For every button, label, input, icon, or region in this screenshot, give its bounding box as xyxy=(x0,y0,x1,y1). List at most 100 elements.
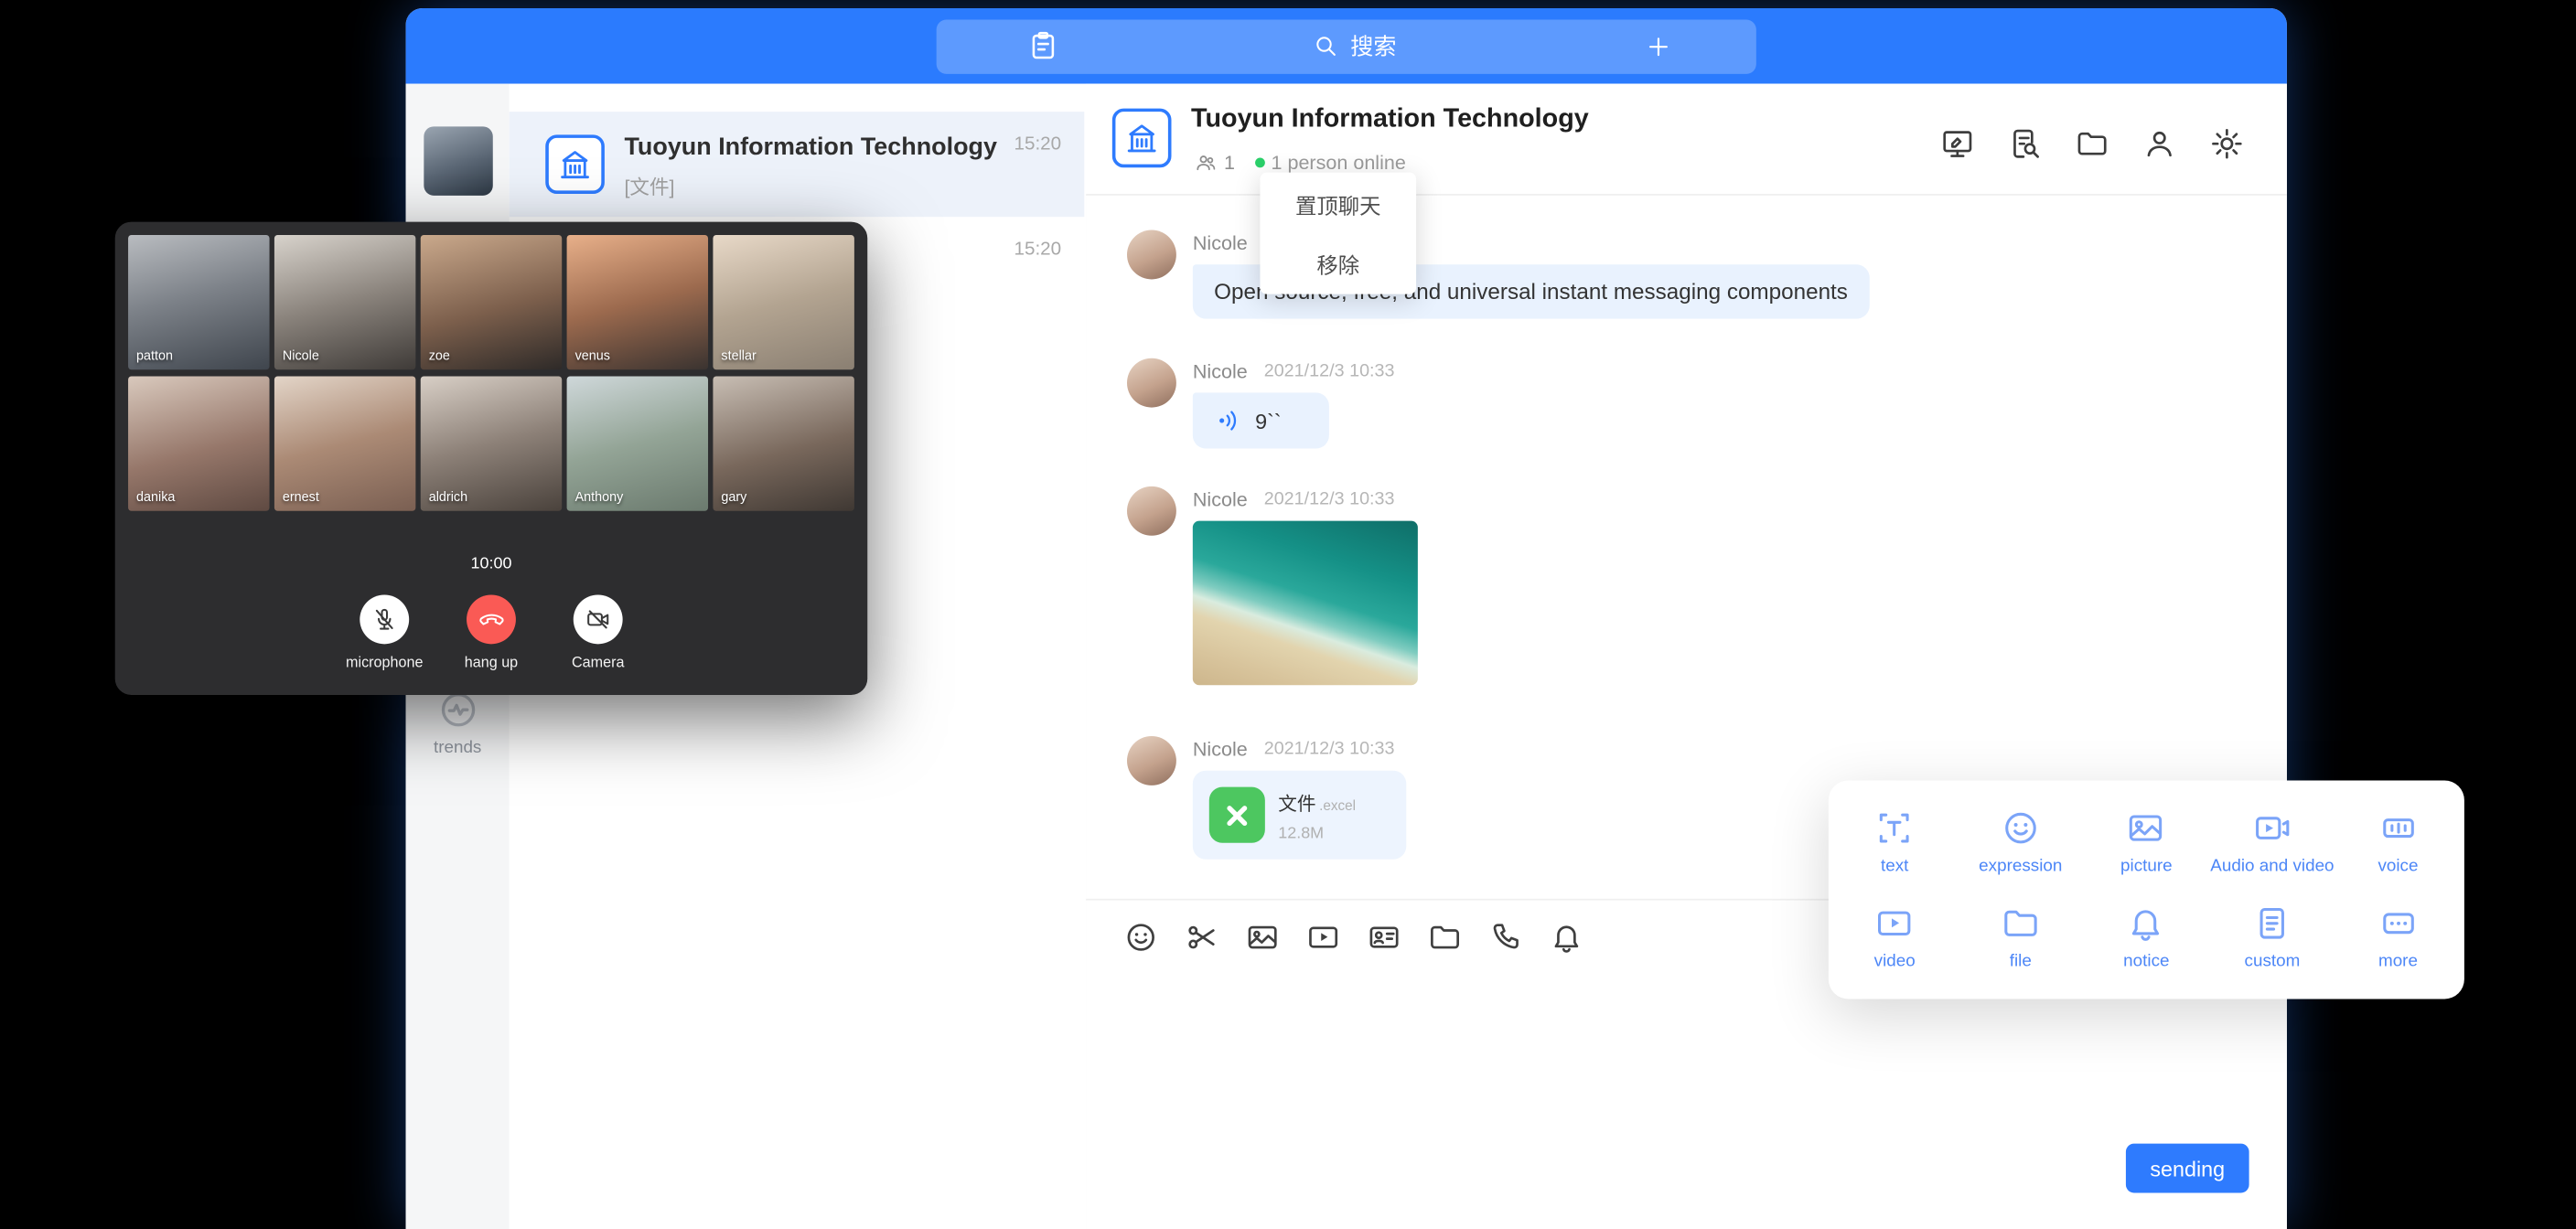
image-button[interactable] xyxy=(1245,920,1280,955)
conversation-item[interactable]: Tuoyun Information Technology [文件] 15:20 xyxy=(510,112,1085,217)
video-tile: ernest xyxy=(274,376,415,510)
emoji-button[interactable] xyxy=(1123,920,1158,955)
chat-subtitle: 1 1 person online xyxy=(1195,151,1406,174)
call-controls: microphone hang up Camera xyxy=(115,594,868,670)
menu-item-remove[interactable]: 移除 xyxy=(1260,233,1416,293)
screenshot-button[interactable] xyxy=(1185,920,1219,955)
folder-icon xyxy=(1428,920,1463,955)
video-button[interactable] xyxy=(1306,920,1341,955)
file-search-icon xyxy=(2008,126,2043,161)
video-tile: aldrich xyxy=(421,376,562,510)
camera-button[interactable] xyxy=(574,594,623,644)
image-icon xyxy=(1245,920,1280,955)
feature-label: picture xyxy=(2120,856,2173,876)
camera-off-icon xyxy=(585,606,611,633)
sender-name: Nicole xyxy=(1193,359,1248,382)
feature-notice[interactable]: notice xyxy=(2084,890,2210,986)
voice-bubble[interactable]: 9`` xyxy=(1193,392,1329,448)
participant-name: aldrich xyxy=(429,489,467,504)
hang-up-button[interactable] xyxy=(467,594,516,644)
avatar[interactable] xyxy=(1127,358,1176,408)
participant-name: gary xyxy=(721,489,746,504)
video-tile: Nicole xyxy=(274,235,415,369)
call-button[interactable] xyxy=(1488,920,1523,955)
bell-icon xyxy=(2127,904,2166,944)
feature-custom[interactable]: custom xyxy=(2209,890,2335,986)
text-icon xyxy=(1875,808,1915,848)
excel-file-icon xyxy=(1209,787,1265,843)
video-tile: Anthony xyxy=(567,376,708,510)
feature-voice[interactable]: voice xyxy=(2335,794,2462,890)
video-tile: danika xyxy=(128,376,269,510)
notice-button[interactable] xyxy=(1550,920,1584,955)
feature-picture[interactable]: picture xyxy=(2084,794,2210,890)
file-ext: .excel xyxy=(1319,796,1356,813)
announcement-icon xyxy=(1940,126,1975,161)
address-book-button[interactable] xyxy=(937,19,1150,73)
members-button[interactable] xyxy=(2142,126,2177,161)
topbar-group: 搜索 xyxy=(937,19,1756,73)
folder-icon xyxy=(2001,904,2040,944)
trends-label: trends xyxy=(434,738,481,758)
feature-label: voice xyxy=(2377,856,2418,876)
video-tile: zoe xyxy=(421,235,562,369)
voice-icon xyxy=(2378,808,2418,848)
call-duration: 10:00 xyxy=(115,555,868,573)
contact-card-icon xyxy=(1367,920,1401,955)
avatar[interactable] xyxy=(1127,736,1176,785)
user-avatar[interactable] xyxy=(424,126,492,195)
conversation-preview: [文件] xyxy=(624,173,674,201)
video-tile: stellar xyxy=(713,235,853,369)
person-icon xyxy=(2142,126,2177,161)
group-avatar xyxy=(545,134,605,194)
file-attachment[interactable]: 文件.excel 12.8M xyxy=(1193,771,1406,860)
files-button[interactable] xyxy=(2075,126,2109,161)
participant-grid: patton Nicole zoe venus stellar danika e… xyxy=(128,235,854,511)
feature-label: video xyxy=(1874,952,1916,972)
audio-video-icon xyxy=(2252,808,2292,848)
feature-label: Audio and video xyxy=(2210,856,2334,876)
participant-name: stellar xyxy=(721,348,756,363)
feature-label: more xyxy=(2378,952,2418,972)
scissors-icon xyxy=(1185,920,1219,955)
feature-video[interactable]: video xyxy=(1831,890,1958,986)
avatar[interactable] xyxy=(1127,486,1176,536)
feature-expression[interactable]: expression xyxy=(1958,794,2084,890)
announcement-button[interactable] xyxy=(1940,126,1975,161)
sender-name: Nicole xyxy=(1193,738,1248,761)
online-dot xyxy=(1255,157,1265,167)
menu-item-pin-chat[interactable]: 置顶聊天 xyxy=(1260,174,1416,233)
building-icon xyxy=(557,146,594,183)
message-image: Nicole 2021/12/3 10:33 xyxy=(1127,486,1418,685)
sender-name: Nicole xyxy=(1193,488,1248,511)
more-icon xyxy=(2378,904,2418,944)
feature-audio-video[interactable]: Audio and video xyxy=(2209,794,2335,890)
add-button[interactable] xyxy=(1559,19,1756,73)
bell-icon xyxy=(1550,920,1584,955)
contact-card-button[interactable] xyxy=(1367,920,1401,955)
feature-text[interactable]: text xyxy=(1831,794,1958,890)
avatar[interactable] xyxy=(1127,230,1176,280)
speaker-icon xyxy=(1214,406,1243,435)
send-button[interactable]: sending xyxy=(2126,1144,2249,1193)
message-time: 2021/12/3 10:33 xyxy=(1264,489,1395,509)
participant-name: danika xyxy=(136,489,175,504)
member-count: 1 xyxy=(1224,151,1235,174)
search-history-button[interactable] xyxy=(2008,126,2043,161)
participant-name: venus xyxy=(575,348,610,363)
feature-file[interactable]: file xyxy=(1958,890,2084,986)
feature-label: notice xyxy=(2123,952,2169,972)
feature-more[interactable]: more xyxy=(2335,890,2462,986)
participant-name: Anthony xyxy=(575,489,624,504)
settings-button[interactable] xyxy=(2210,126,2245,161)
search-icon xyxy=(1313,33,1339,59)
input-toolbar xyxy=(1123,920,1583,955)
video-tile: venus xyxy=(567,235,708,369)
search-input[interactable]: 搜索 xyxy=(1150,19,1559,73)
video-call-window: patton Nicole zoe venus stellar danika e… xyxy=(115,222,868,695)
microphone-button[interactable] xyxy=(360,594,409,644)
file-button[interactable] xyxy=(1428,920,1463,955)
plus-icon xyxy=(1644,32,1672,60)
image-attachment[interactable] xyxy=(1193,521,1418,686)
sidebar-item-trends[interactable]: trends xyxy=(406,689,510,757)
